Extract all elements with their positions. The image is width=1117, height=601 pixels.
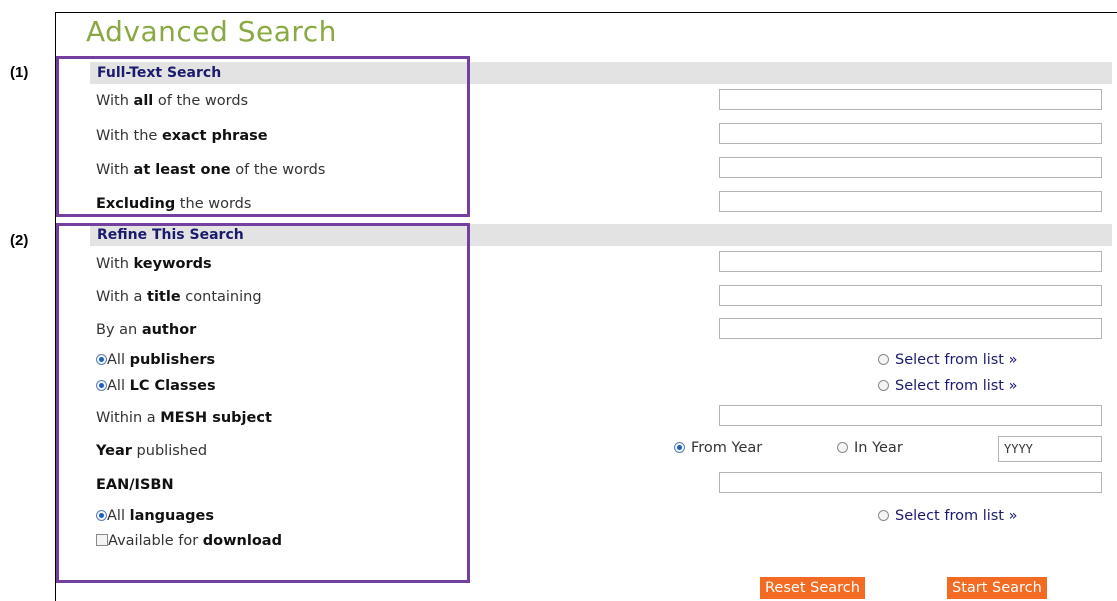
refine-highlight-box bbox=[56, 223, 470, 583]
annotation-marker-1: (1) bbox=[10, 64, 29, 81]
keywords-input[interactable] bbox=[719, 251, 1102, 272]
start-search-button[interactable]: Start Search bbox=[947, 577, 1047, 599]
author-input[interactable] bbox=[719, 318, 1102, 339]
excluding-input[interactable] bbox=[719, 191, 1102, 212]
in-year-option[interactable]: In Year bbox=[837, 440, 903, 456]
at-least-one-input[interactable] bbox=[719, 157, 1102, 178]
in-year-radio[interactable] bbox=[837, 442, 848, 453]
lc-classes-select-from-list[interactable]: Select from list » bbox=[878, 378, 1017, 394]
frame-top-border bbox=[55, 12, 1117, 13]
isbn-input[interactable] bbox=[719, 472, 1102, 493]
from-year-radio[interactable] bbox=[674, 442, 685, 453]
title-input[interactable] bbox=[719, 285, 1102, 306]
year-input[interactable]: YYYY bbox=[998, 436, 1102, 462]
mesh-input[interactable] bbox=[719, 405, 1102, 426]
reset-search-button[interactable]: Reset Search bbox=[760, 577, 865, 599]
all-words-input[interactable] bbox=[719, 89, 1102, 110]
annotation-marker-2: (2) bbox=[10, 232, 29, 249]
publishers-list-radio[interactable] bbox=[878, 354, 889, 365]
publishers-select-from-list[interactable]: Select from list » bbox=[878, 352, 1017, 368]
languages-select-from-list[interactable]: Select from list » bbox=[878, 508, 1017, 524]
lc-classes-list-radio[interactable] bbox=[878, 380, 889, 391]
from-year-option[interactable]: From Year bbox=[674, 440, 762, 456]
full-text-highlight-box bbox=[56, 56, 470, 217]
exact-phrase-input[interactable] bbox=[719, 123, 1102, 144]
page-title: Advanced Search bbox=[86, 15, 337, 48]
languages-list-radio[interactable] bbox=[878, 510, 889, 521]
